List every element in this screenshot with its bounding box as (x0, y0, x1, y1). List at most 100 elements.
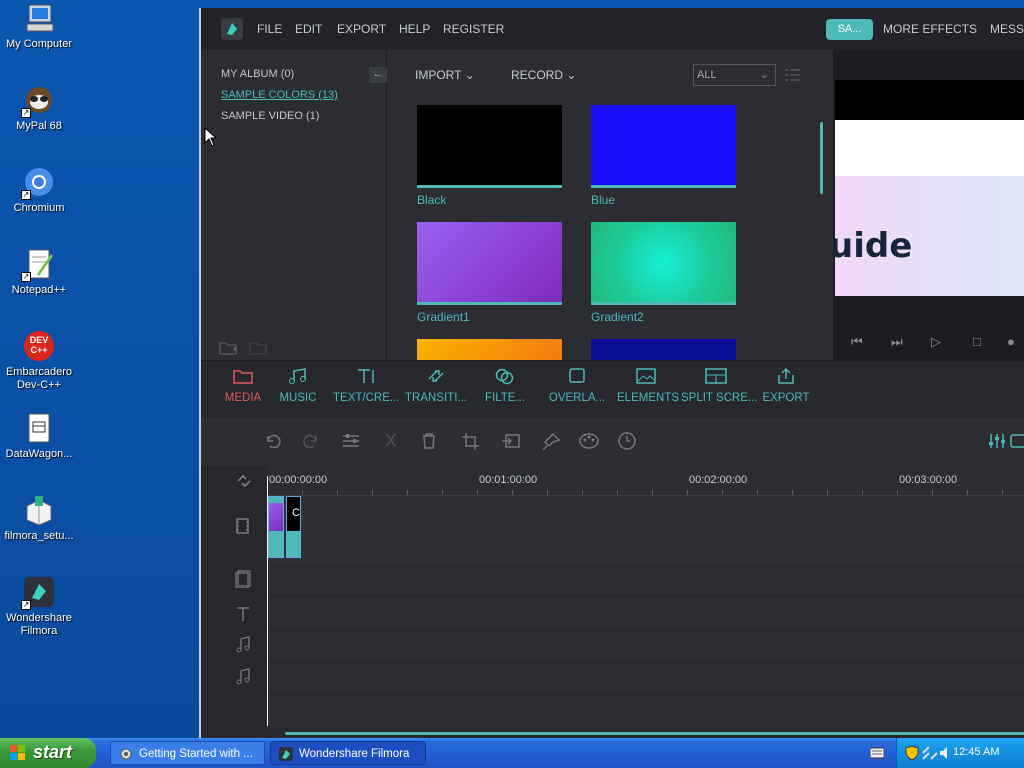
adjust-icon[interactable] (341, 432, 361, 450)
step-forward-icon[interactable]: ⏭ (891, 334, 903, 350)
color-palette-icon[interactable] (579, 432, 599, 450)
menu-edit[interactable]: EDIT (295, 22, 322, 36)
filter-value: ALL (697, 69, 717, 81)
media-filter-select[interactable]: ALL ⌄ (693, 64, 776, 86)
audio-mixer-icon[interactable] (987, 432, 1007, 450)
delete-icon[interactable] (419, 432, 439, 450)
media-item-gradient1[interactable] (417, 222, 562, 305)
media-item-blue[interactable] (591, 105, 736, 188)
installer-icon (23, 494, 55, 526)
menu-register[interactable]: REGISTER (443, 22, 504, 36)
freeze-frame-icon[interactable] (501, 432, 521, 450)
chromium-icon: ↗ (21, 166, 55, 200)
tab-label: OVERLA... (548, 392, 606, 404)
timeline-scrollbar[interactable] (285, 732, 1024, 735)
pin-icon[interactable] (541, 432, 561, 450)
tab-label: TEXT/CRE... (333, 392, 400, 404)
album-my-album[interactable]: MY ALBUM (0) (221, 68, 294, 80)
start-button[interactable]: start (0, 738, 96, 768)
media-item-gradient4[interactable] (591, 339, 736, 360)
desktop-icon-mypal[interactable]: ↗ MyPal 68 (0, 84, 78, 133)
system-tray: 12:45 AM (896, 738, 1024, 768)
devcpp-icon: DEV C++ (23, 330, 55, 362)
album-sample-video[interactable]: SAMPLE VIDEO (1) (221, 110, 319, 122)
record-dot-icon[interactable]: ● (1007, 334, 1015, 349)
tab-split-screen[interactable]: SPLIT SCRE... (681, 367, 757, 404)
link-icon[interactable] (235, 472, 253, 490)
messages-button[interactable]: MESSA (990, 22, 1024, 36)
tab-export[interactable]: EXPORT (761, 367, 811, 404)
mypal-icon: ↗ (21, 84, 55, 118)
taskbar-item-getting-started[interactable]: Getting Started with ... (110, 741, 265, 765)
volume-icon[interactable] (939, 746, 951, 760)
play-icon[interactable]: ▷ (931, 334, 941, 350)
delete-folder-icon[interactable] (249, 340, 269, 356)
desktop-icon-label: My Computer (5, 38, 73, 50)
import-dropdown[interactable]: IMPORT ⌄ (415, 68, 475, 82)
playhead[interactable] (267, 476, 268, 726)
export-icon (778, 367, 794, 384)
redo-icon[interactable] (301, 432, 321, 450)
crop-icon[interactable] (461, 432, 481, 450)
desktop-icon-my-computer[interactable]: My Computer (0, 2, 78, 51)
list-view-icon[interactable] (785, 68, 801, 82)
album-sample-colors[interactable]: SAMPLE COLORS (13) (221, 89, 338, 101)
desktop-icon-label: Notepad++ (11, 284, 67, 296)
desktop-icon-notepadpp[interactable]: ↗ Notepad++ (0, 248, 78, 297)
save-button[interactable]: SA... (826, 19, 873, 40)
menu-help[interactable]: HELP (399, 22, 430, 36)
tab-overlays[interactable]: OVERLA... (547, 367, 607, 404)
timeline-ruler[interactable]: 00:00:00:00 00:01:00:00 00:02:00:00 00:0… (267, 466, 1024, 496)
tab-elements[interactable]: ELEMENTS (617, 367, 679, 404)
other-tracks[interactable] (267, 562, 1024, 728)
task-label: Getting Started with ... (139, 748, 253, 760)
taskbar: start Getting Started with ... Wondersha… (0, 738, 1024, 768)
keyboard-icon[interactable] (870, 747, 884, 759)
media-item-black[interactable] (417, 105, 562, 188)
chevron-down-icon: ⌄ (464, 68, 475, 82)
music-track-icon (236, 668, 250, 685)
pip-track-icon (235, 570, 251, 588)
folder-icon (233, 370, 253, 384)
media-item-gradient3[interactable] (417, 339, 562, 360)
preview-title-text: uide (835, 226, 913, 266)
collapse-sidebar-button[interactable]: ← (369, 67, 387, 83)
desktop-icon-datawagon[interactable]: DataWagon... (0, 412, 78, 461)
skip-back-icon[interactable]: ⏮ (851, 334, 863, 350)
timeline-clip-black[interactable]: C (286, 496, 301, 558)
timeline-toolbar (201, 418, 1024, 466)
zoom-fit-icon[interactable] (1009, 432, 1024, 450)
filmora-logo-icon (221, 18, 243, 40)
filmora-window: FILE EDIT EXPORT HELP REGISTER SA... MOR… (199, 8, 1024, 738)
tab-text-credits[interactable]: TEXT/CRE... (333, 367, 399, 404)
cut-icon[interactable] (381, 432, 401, 450)
tab-transitions[interactable]: TRANSITI... (405, 367, 467, 404)
record-dropdown[interactable]: RECORD ⌄ (511, 68, 576, 82)
clock-icon[interactable] (617, 432, 637, 450)
menu-file[interactable]: FILE (257, 22, 282, 36)
clock: 12:45 AM (953, 746, 1000, 758)
desktop-icon-chromium[interactable]: ↗ Chromium (0, 166, 78, 215)
taskbar-item-filmora[interactable]: Wondershare Filmora (270, 741, 426, 765)
add-folder-icon[interactable] (219, 340, 239, 356)
media-scrollbar[interactable] (820, 122, 823, 194)
split-screen-icon (705, 368, 727, 384)
tab-media[interactable]: MEDIA (221, 367, 265, 404)
undo-icon[interactable] (263, 432, 283, 450)
video-track[interactable] (267, 496, 1024, 562)
security-shield-icon[interactable] (905, 745, 919, 761)
filter-icon (495, 368, 514, 385)
desktop-icon-filmora-setup[interactable]: filmora_setu... (0, 494, 78, 543)
more-effects-button[interactable]: MORE EFFECTS (883, 22, 977, 36)
desktop-icon-devcpp[interactable]: DEV C++ Embarcadero Dev-C++ (0, 330, 78, 392)
record-label: RECORD (511, 68, 564, 82)
stop-icon[interactable]: □ (973, 334, 981, 349)
media-item-gradient2[interactable] (591, 222, 736, 305)
shortcut-arrow-icon: ↗ (21, 272, 31, 282)
tab-filters[interactable]: FILTE... (483, 367, 527, 404)
desktop-icon-filmora[interactable]: ↗ Wondershare Filmora (0, 576, 78, 638)
menu-export[interactable]: EXPORT (337, 22, 386, 36)
tab-music[interactable]: MUSIC (277, 367, 319, 404)
network-icon[interactable] (922, 746, 938, 760)
timeline-clip-gradient[interactable] (268, 496, 284, 558)
